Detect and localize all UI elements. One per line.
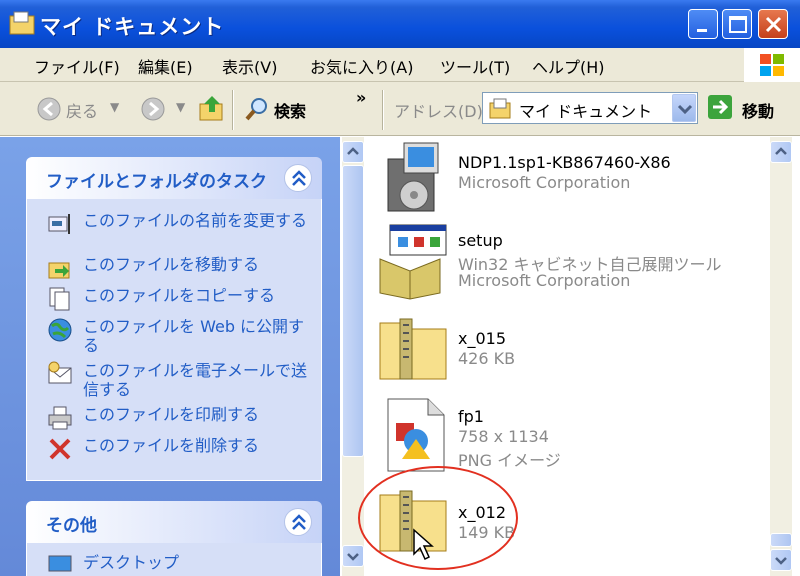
desktop-icon xyxy=(48,555,72,572)
collapse-button[interactable] xyxy=(284,508,312,536)
setup-box-icon xyxy=(379,224,447,300)
scroll-up-button[interactable] xyxy=(342,141,364,163)
task-label: このファイルをコピーする xyxy=(83,286,276,305)
address-bar[interactable]: マイ ドキュメント xyxy=(482,92,698,124)
back-arrow-icon xyxy=(37,97,61,121)
task-label: このファイルの名前を変更する xyxy=(83,211,308,230)
up-folder-icon xyxy=(199,96,223,121)
forward-dropdown-icon[interactable]: ▼ xyxy=(176,100,185,114)
file-name: NDP1.1sp1-KB867460-X86 xyxy=(458,153,671,172)
chevron-up-icon xyxy=(347,147,359,155)
folder-documents-icon xyxy=(489,98,511,119)
file-publisher: Microsoft Corporation xyxy=(458,271,631,290)
title-bar[interactable]: マイ ドキュメント xyxy=(0,0,800,48)
file-name: setup xyxy=(458,231,503,250)
back-dropdown-icon[interactable]: ▼ xyxy=(110,100,119,114)
minimize-button[interactable] xyxy=(688,9,718,39)
task-pane: ファイルとフォルダのタスク このファイルの名前を変更する このファイルを移動する… xyxy=(0,137,340,576)
close-button[interactable] xyxy=(758,9,788,39)
search-icon xyxy=(245,98,267,121)
windows-logo xyxy=(744,48,800,82)
go-button[interactable] xyxy=(708,95,732,119)
address-value: マイ ドキュメント xyxy=(519,102,653,121)
web-publish-icon xyxy=(48,318,72,342)
file-list-scrollbar[interactable] xyxy=(770,137,792,576)
task-label: このファイルを移動する xyxy=(83,255,260,274)
chevron-up-icon xyxy=(775,147,787,155)
go-label[interactable]: 移動 xyxy=(742,98,774,122)
other-item-label: デスクトップ xyxy=(83,553,180,572)
file-folder-tasks-header[interactable]: ファイルとフォルダのタスク xyxy=(26,157,322,199)
file-size: 426 KB xyxy=(458,349,516,368)
file-name: x_015 xyxy=(458,329,507,348)
forward-arrow-icon xyxy=(141,97,165,121)
file-folder-tasks-body: このファイルの名前を変更する このファイルを移動する このファイルをコピーする … xyxy=(26,199,322,481)
address-label: アドレス(D) xyxy=(394,102,483,121)
up-folder-button[interactable] xyxy=(198,94,226,126)
zip-folder-icon xyxy=(379,318,447,380)
folder-documents-icon xyxy=(9,11,35,35)
windows-flag-icon xyxy=(760,54,784,76)
scroll-thumb[interactable] xyxy=(770,533,792,547)
back-label: 戻る xyxy=(66,102,99,121)
file-type: PNG イメージ xyxy=(458,451,561,470)
chevron-down-icon xyxy=(677,104,693,115)
installer-icon xyxy=(387,142,439,212)
chevron-down-icon xyxy=(347,553,359,561)
png-image-icon xyxy=(387,398,445,472)
minimize-icon xyxy=(697,29,707,32)
close-icon xyxy=(765,16,782,33)
task-label: このファイルを電子メールで送信する xyxy=(83,361,308,399)
file-name: fp1 xyxy=(458,407,484,426)
collapse-button[interactable] xyxy=(284,164,312,192)
delete-icon xyxy=(49,438,71,460)
menu-tools[interactable]: ツール(T) xyxy=(440,54,510,78)
window-title: マイ ドキュメント xyxy=(40,15,225,39)
panel-title: ファイルとフォルダのタスク xyxy=(46,172,267,192)
menu-help[interactable]: ヘルプ(H) xyxy=(532,54,605,78)
menu-view[interactable]: 表示(V) xyxy=(222,54,277,78)
toolbar-separator xyxy=(382,90,384,130)
address-dropdown-button[interactable] xyxy=(672,94,696,122)
task-label: このファイルを Web に公開する xyxy=(83,317,305,355)
search-label: 検索 xyxy=(274,102,307,121)
other-places-body: デスクトップ xyxy=(26,543,322,576)
double-chevron-up-icon xyxy=(292,170,306,186)
forward-button[interactable] xyxy=(140,96,166,126)
toolbar-more-chevron[interactable]: » xyxy=(356,88,366,107)
chevron-down-icon xyxy=(775,557,787,565)
menu-bar: ファイル(F) 編集(E) 表示(V) お気に入り(A) ツール(T) ヘルプ(… xyxy=(0,48,800,82)
menu-favorites[interactable]: お気に入り(A) xyxy=(310,54,413,78)
menu-edit[interactable]: 編集(E) xyxy=(138,54,193,78)
task-label: このファイルを削除する xyxy=(83,436,260,455)
move-icon xyxy=(48,262,70,279)
toolbar-separator xyxy=(232,90,234,130)
copy-icon xyxy=(49,287,70,311)
scroll-down-button[interactable] xyxy=(342,545,364,567)
scroll-down-button[interactable] xyxy=(770,549,792,571)
file-publisher: Microsoft Corporation xyxy=(458,173,631,192)
go-arrow-icon xyxy=(713,99,729,115)
scroll-up-button[interactable] xyxy=(770,141,792,163)
image-dimensions: 758 x 1134 xyxy=(458,427,549,446)
mouse-pointer-icon xyxy=(413,528,434,561)
task-label: このファイルを印刷する xyxy=(83,405,260,424)
print-icon xyxy=(48,406,72,430)
email-icon xyxy=(48,361,72,384)
other-places-header[interactable]: その他 xyxy=(26,501,322,543)
rename-icon xyxy=(48,214,70,234)
panel-title: その他 xyxy=(46,516,97,536)
double-chevron-up-icon xyxy=(292,514,306,530)
maximize-button[interactable] xyxy=(722,9,752,39)
maximize-icon xyxy=(729,16,747,33)
menu-file[interactable]: ファイル(F) xyxy=(34,54,120,78)
scroll-thumb[interactable] xyxy=(342,165,364,457)
highlight-circle xyxy=(358,466,518,570)
